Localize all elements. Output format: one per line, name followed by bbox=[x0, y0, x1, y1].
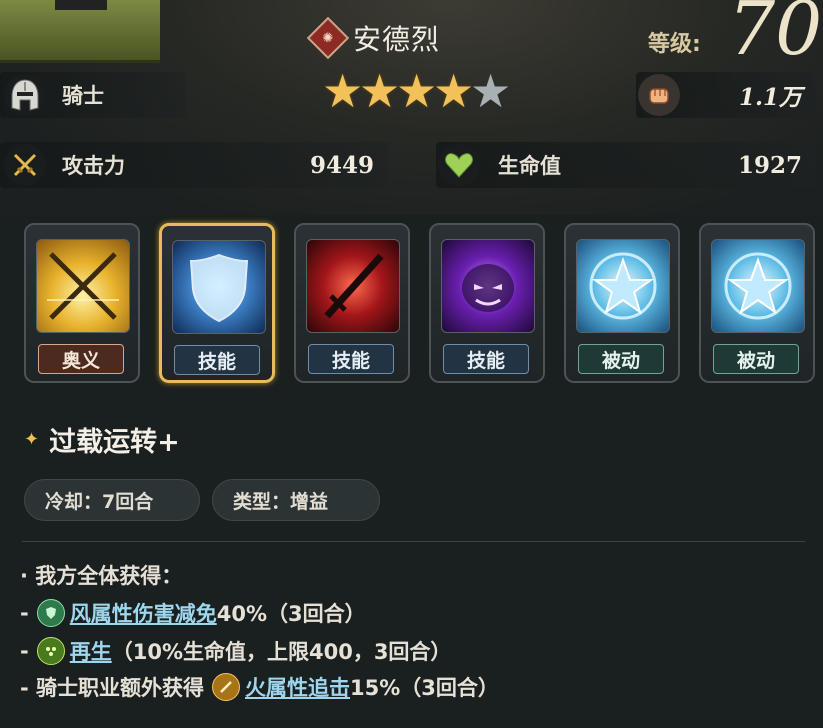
power-value: 1.1万 bbox=[738, 84, 802, 111]
level-label: 等级: bbox=[648, 32, 701, 57]
skill-tag: 技能 bbox=[308, 344, 394, 374]
power-plate: 1.1万 bbox=[636, 72, 816, 118]
ghost-icon bbox=[441, 239, 535, 333]
skill-tag: 技能 bbox=[174, 345, 260, 375]
star-filled-icon: ★ bbox=[396, 64, 438, 118]
fist-icon bbox=[638, 74, 680, 116]
heart-icon bbox=[438, 144, 480, 186]
crossed-swords-icon bbox=[36, 239, 130, 333]
skill-tag: 技能 bbox=[443, 344, 529, 374]
hp-value: 1927 bbox=[737, 151, 802, 179]
desc-line-1: · 我方全体获得： bbox=[20, 564, 183, 588]
attack-label: 攻击力 bbox=[62, 154, 125, 178]
skill-card-4[interactable]: 技能 bbox=[429, 223, 545, 383]
divider bbox=[22, 541, 805, 542]
hero-name-area: ✺ 安德烈 bbox=[306, 16, 441, 60]
level-value: 70 bbox=[728, 0, 823, 72]
hp-label: 生命值 bbox=[498, 154, 561, 178]
wind-damage-reduction-link[interactable]: 风属性伤害减免 bbox=[70, 598, 217, 628]
faction-icon: ✺ bbox=[306, 16, 350, 60]
star-icon bbox=[711, 239, 805, 333]
skill-list: 奥义 技能 技能 技能 被动 被动 bbox=[24, 223, 815, 383]
crossed-swords-icon bbox=[4, 144, 46, 186]
star-filled-icon: ★ bbox=[359, 64, 401, 118]
skill-title: ✦ 过载运转+ bbox=[24, 420, 180, 459]
desc-line-3: - 再生 （10%生命值，上限400，3回合） bbox=[20, 636, 451, 666]
regen-icon bbox=[36, 637, 65, 665]
attack-value: 9449 bbox=[309, 151, 374, 179]
class-plate: 骑士 bbox=[0, 72, 186, 118]
star-empty-icon: ★ bbox=[470, 64, 512, 118]
star-filled-icon: ★ bbox=[433, 64, 475, 118]
desc-line-4: - 骑士职业额外获得 火属性追击 15%（3回合） bbox=[20, 672, 499, 702]
skill-card-6[interactable]: 被动 bbox=[699, 223, 815, 383]
skill-name: 过载运转+ bbox=[49, 427, 180, 458]
skill-card-selected[interactable]: 技能 bbox=[159, 223, 275, 383]
shield-icon bbox=[172, 240, 266, 334]
hero-portrait bbox=[0, 0, 160, 63]
desc-line-2: - 风属性伤害减免 40%（3回合） bbox=[20, 598, 366, 628]
hp-stat: 生命值 1927 bbox=[436, 142, 816, 188]
regen-link[interactable]: 再生 bbox=[70, 636, 112, 666]
star-filled-icon: ★ bbox=[322, 64, 364, 118]
star-icon bbox=[576, 239, 670, 333]
hero-name: 安德烈 bbox=[353, 23, 441, 56]
fire-followup-link[interactable]: 火属性追击 bbox=[245, 672, 350, 702]
knight-helmet-icon bbox=[4, 74, 46, 116]
skill-tag: 被动 bbox=[713, 344, 799, 374]
type-pill: 类型：增益 bbox=[212, 479, 380, 521]
sparkle-icon: ✦ bbox=[24, 429, 40, 450]
skill-tag: 奥义 bbox=[38, 344, 124, 374]
flaming-sword-icon bbox=[306, 239, 400, 333]
fire-strike-icon bbox=[212, 673, 241, 701]
attack-stat: 攻击力 9449 bbox=[0, 142, 388, 188]
wind-shield-icon bbox=[36, 599, 65, 627]
skill-card-5[interactable]: 被动 bbox=[564, 223, 680, 383]
class-name: 骑士 bbox=[62, 84, 104, 108]
skill-card-ultimate[interactable]: 奥义 bbox=[24, 223, 140, 383]
cooldown-pill: 冷却：7回合 bbox=[24, 479, 200, 521]
skill-tag: 被动 bbox=[578, 344, 664, 374]
star-rating: ★ ★ ★ ★ ★ bbox=[322, 64, 512, 118]
skill-card-3[interactable]: 技能 bbox=[294, 223, 410, 383]
